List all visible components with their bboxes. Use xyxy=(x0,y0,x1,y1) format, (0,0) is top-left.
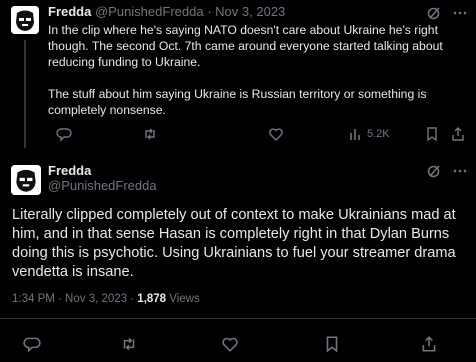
like-button[interactable] xyxy=(221,335,239,353)
tweet-meta: 1:34 PM · Nov 3, 2023 · 1,878 Views xyxy=(12,293,200,305)
views-icon xyxy=(350,129,360,140)
grok-icon[interactable] xyxy=(426,163,442,179)
tweet-text: In the clip where he's saying NATO doesn… xyxy=(48,22,448,118)
views-count: 5.2K xyxy=(367,128,390,140)
tweet-timestamp[interactable]: 1:34 PM · Nov 3, 2023 · xyxy=(12,293,137,305)
avatar[interactable] xyxy=(11,165,41,195)
more-icon[interactable] xyxy=(452,5,468,21)
bookmark-icon xyxy=(427,127,437,142)
share-button[interactable] xyxy=(450,126,466,142)
thread-line xyxy=(24,40,26,148)
share-icon xyxy=(422,336,436,352)
views-label: Views xyxy=(166,293,200,305)
tweet-actions xyxy=(0,335,476,355)
reply-icon xyxy=(23,337,41,353)
separator: · xyxy=(207,4,212,19)
grok-icon[interactable] xyxy=(426,5,442,21)
display-name[interactable]: Fredda xyxy=(48,163,91,178)
tweet-date[interactable]: Nov 3, 2023 xyxy=(215,4,285,19)
views-button[interactable]: 5.2K xyxy=(348,126,390,142)
tweet-text: Literally clipped completely out of cont… xyxy=(12,207,456,280)
retweet-button[interactable] xyxy=(120,335,138,353)
bookmark-button[interactable] xyxy=(323,335,341,353)
tweet-header: Fredda @PunishedFredda · Nov 3, 2023 xyxy=(48,4,285,20)
views-count[interactable]: 1,878 xyxy=(137,293,166,305)
retweet-icon xyxy=(145,128,155,140)
display-name[interactable]: Fredda xyxy=(48,4,91,19)
like-icon xyxy=(269,128,283,141)
reply-icon xyxy=(56,128,72,142)
handle[interactable]: @PunishedFredda xyxy=(48,178,157,193)
tweet-top-icons xyxy=(426,163,468,179)
like-button[interactable] xyxy=(268,126,284,142)
reply-button[interactable] xyxy=(56,126,72,142)
more-icon[interactable] xyxy=(452,163,468,179)
retweet-icon xyxy=(123,337,135,351)
divider xyxy=(0,318,476,319)
like-icon xyxy=(222,337,238,352)
retweet-button[interactable] xyxy=(142,126,158,142)
tweet-paragraph: In the clip where he's saying NATO doesn… xyxy=(48,23,443,69)
bookmark-icon xyxy=(326,336,338,353)
share-button[interactable] xyxy=(420,335,438,353)
bookmark-button[interactable] xyxy=(424,126,440,142)
tweet-top-icons xyxy=(426,5,468,21)
avatar[interactable] xyxy=(11,6,39,34)
share-icon xyxy=(452,127,464,141)
handle[interactable]: @PunishedFredda xyxy=(95,4,204,19)
tweet-paragraph: The stuff about him saying Ukraine is Ru… xyxy=(48,87,427,117)
reply-button[interactable] xyxy=(23,335,41,353)
tweet-actions: 5.2K xyxy=(48,124,468,144)
